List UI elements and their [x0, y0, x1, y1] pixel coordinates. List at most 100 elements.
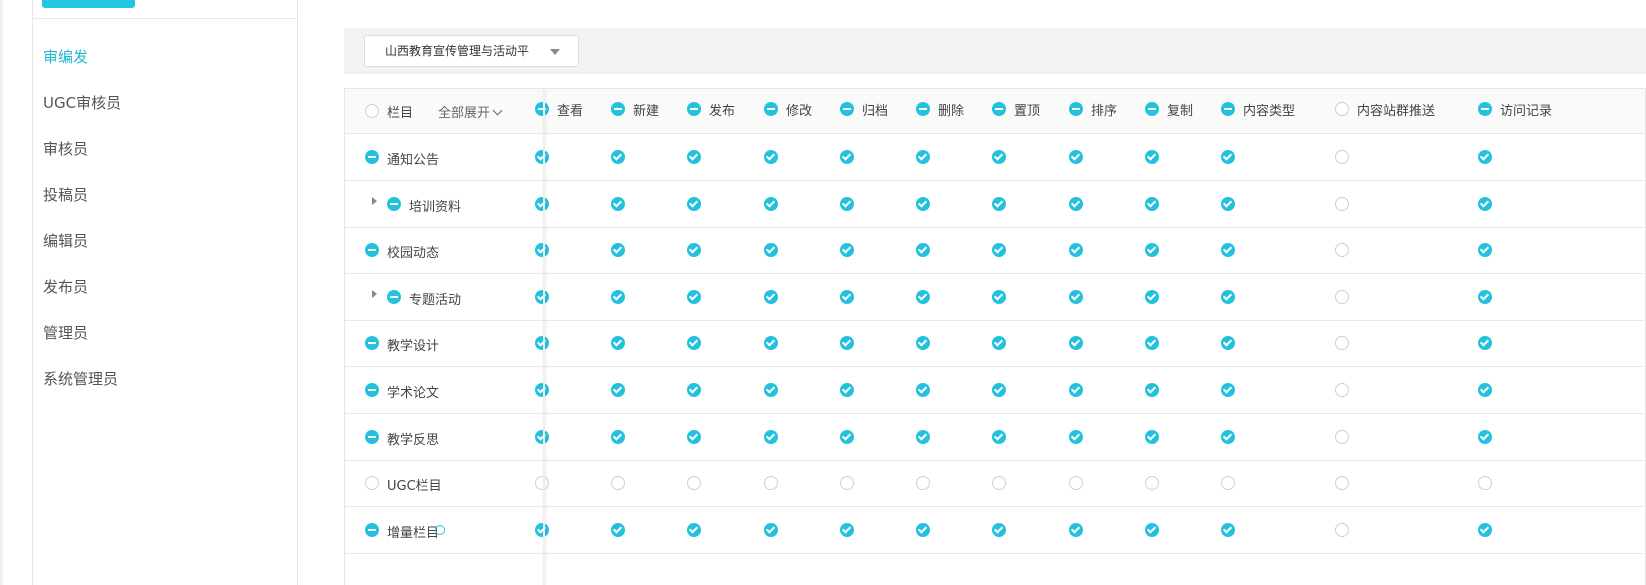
permission-checkbox[interactable]: [840, 336, 854, 351]
permission-checkbox[interactable]: [1069, 196, 1083, 211]
permission-checkbox[interactable]: [687, 429, 701, 444]
role-item[interactable]: 发布员: [33, 264, 297, 310]
permission-checkbox[interactable]: [916, 289, 930, 304]
permission-checkbox[interactable]: [1221, 336, 1235, 351]
permission-checkbox[interactable]: [535, 150, 549, 164]
permission-checkbox[interactable]: [1221, 196, 1235, 211]
category-checkbox[interactable]: [365, 383, 379, 397]
permission-checkbox[interactable]: [535, 336, 549, 351]
permission-checkbox[interactable]: [1145, 336, 1159, 351]
permission-checkbox[interactable]: [840, 383, 854, 397]
permission-checkbox[interactable]: [611, 383, 625, 397]
permission-checkbox[interactable]: [1221, 289, 1235, 304]
permission-checkbox[interactable]: [992, 289, 1006, 304]
permission-checkbox[interactable]: [1145, 429, 1159, 444]
permission-header-checkbox[interactable]: [611, 102, 625, 116]
permission-checkbox[interactable]: [1478, 336, 1492, 351]
category-checkbox[interactable]: [365, 476, 379, 491]
permission-checkbox[interactable]: [764, 150, 778, 164]
permission-checkbox[interactable]: [1335, 196, 1349, 211]
permission-checkbox[interactable]: [916, 243, 930, 258]
permission-checkbox[interactable]: [1069, 243, 1083, 258]
permission-checkbox[interactable]: [764, 429, 778, 444]
category-checkbox[interactable]: [365, 336, 379, 351]
permission-checkbox[interactable]: [1478, 243, 1492, 258]
permission-checkbox[interactable]: [916, 522, 930, 537]
permission-checkbox[interactable]: [1069, 336, 1083, 351]
permission-checkbox[interactable]: [764, 476, 778, 491]
site-select[interactable]: 山西教育宣传管理与活动平: [364, 35, 579, 67]
permission-checkbox[interactable]: [992, 383, 1006, 397]
category-checkbox[interactable]: [365, 243, 379, 258]
permission-checkbox[interactable]: [1221, 522, 1235, 537]
expand-caret-icon[interactable]: [372, 196, 377, 205]
permission-header-checkbox[interactable]: [1145, 102, 1159, 116]
category-checkbox[interactable]: [365, 150, 379, 164]
permission-checkbox[interactable]: [1069, 522, 1083, 537]
permission-checkbox[interactable]: [1069, 383, 1083, 397]
category-checkbox[interactable]: [387, 289, 401, 304]
category-checkbox[interactable]: [387, 196, 401, 211]
role-item[interactable]: 投稿员: [33, 172, 297, 218]
permission-header-checkbox[interactable]: [992, 102, 1006, 116]
permission-checkbox[interactable]: [992, 196, 1006, 211]
permission-checkbox[interactable]: [1335, 429, 1349, 444]
permission-checkbox[interactable]: [1478, 522, 1492, 537]
permission-checkbox[interactable]: [992, 522, 1006, 537]
permission-checkbox[interactable]: [764, 383, 778, 397]
permission-checkbox[interactable]: [992, 429, 1006, 444]
permission-checkbox[interactable]: [1145, 150, 1159, 164]
permission-checkbox[interactable]: [916, 150, 930, 164]
permission-checkbox[interactable]: [1145, 383, 1159, 397]
expand-all-toggle[interactable]: 全部展开: [438, 102, 503, 121]
permission-checkbox[interactable]: [1069, 289, 1083, 304]
role-item[interactable]: 审编发: [33, 34, 297, 80]
permission-header-checkbox[interactable]: [687, 102, 701, 116]
permission-header-checkbox[interactable]: [1221, 102, 1235, 116]
permission-header-checkbox[interactable]: [764, 102, 778, 116]
expand-caret-icon[interactable]: [372, 289, 377, 298]
permission-header-checkbox[interactable]: [1478, 102, 1492, 116]
permission-checkbox[interactable]: [687, 150, 701, 164]
permission-checkbox[interactable]: [764, 289, 778, 304]
permission-checkbox[interactable]: [687, 196, 701, 211]
permission-checkbox[interactable]: [764, 522, 778, 537]
permission-checkbox[interactable]: [916, 476, 930, 491]
role-item[interactable]: 系统管理员: [33, 356, 297, 402]
permission-checkbox[interactable]: [1478, 383, 1492, 397]
permission-checkbox[interactable]: [1221, 429, 1235, 444]
permission-checkbox[interactable]: [1335, 522, 1349, 537]
permission-checkbox[interactable]: [1145, 289, 1159, 304]
permission-checkbox[interactable]: [1069, 429, 1083, 444]
permission-checkbox[interactable]: [916, 336, 930, 351]
permission-header-checkbox[interactable]: [535, 102, 549, 116]
permission-checkbox[interactable]: [687, 336, 701, 351]
permission-checkbox[interactable]: [1478, 289, 1492, 304]
permission-checkbox[interactable]: [687, 289, 701, 304]
permission-header-checkbox[interactable]: [840, 102, 854, 116]
permission-checkbox[interactable]: [1478, 196, 1492, 211]
permission-header-checkbox[interactable]: [916, 102, 930, 116]
permission-checkbox[interactable]: [611, 336, 625, 351]
permission-checkbox[interactable]: [611, 243, 625, 258]
permission-checkbox[interactable]: [611, 522, 625, 537]
role-item[interactable]: 管理员: [33, 310, 297, 356]
permission-header-checkbox[interactable]: [1069, 102, 1083, 116]
permission-checkbox[interactable]: [687, 522, 701, 537]
category-checkbox[interactable]: [365, 522, 379, 537]
permission-checkbox[interactable]: [1335, 383, 1349, 397]
permission-checkbox[interactable]: [1221, 150, 1235, 164]
permission-checkbox[interactable]: [840, 522, 854, 537]
permission-checkbox[interactable]: [1069, 476, 1083, 491]
permission-checkbox[interactable]: [992, 336, 1006, 351]
role-item[interactable]: UGC审核员: [33, 80, 297, 126]
role-item[interactable]: 审核员: [33, 126, 297, 172]
permission-checkbox[interactable]: [1335, 289, 1349, 304]
permission-checkbox[interactable]: [916, 196, 930, 211]
permission-checkbox[interactable]: [840, 289, 854, 304]
permission-checkbox[interactable]: [1145, 522, 1159, 537]
permission-checkbox[interactable]: [611, 196, 625, 211]
permission-checkbox[interactable]: [992, 243, 1006, 258]
permission-checkbox[interactable]: [1478, 476, 1492, 491]
permission-checkbox[interactable]: [840, 429, 854, 444]
